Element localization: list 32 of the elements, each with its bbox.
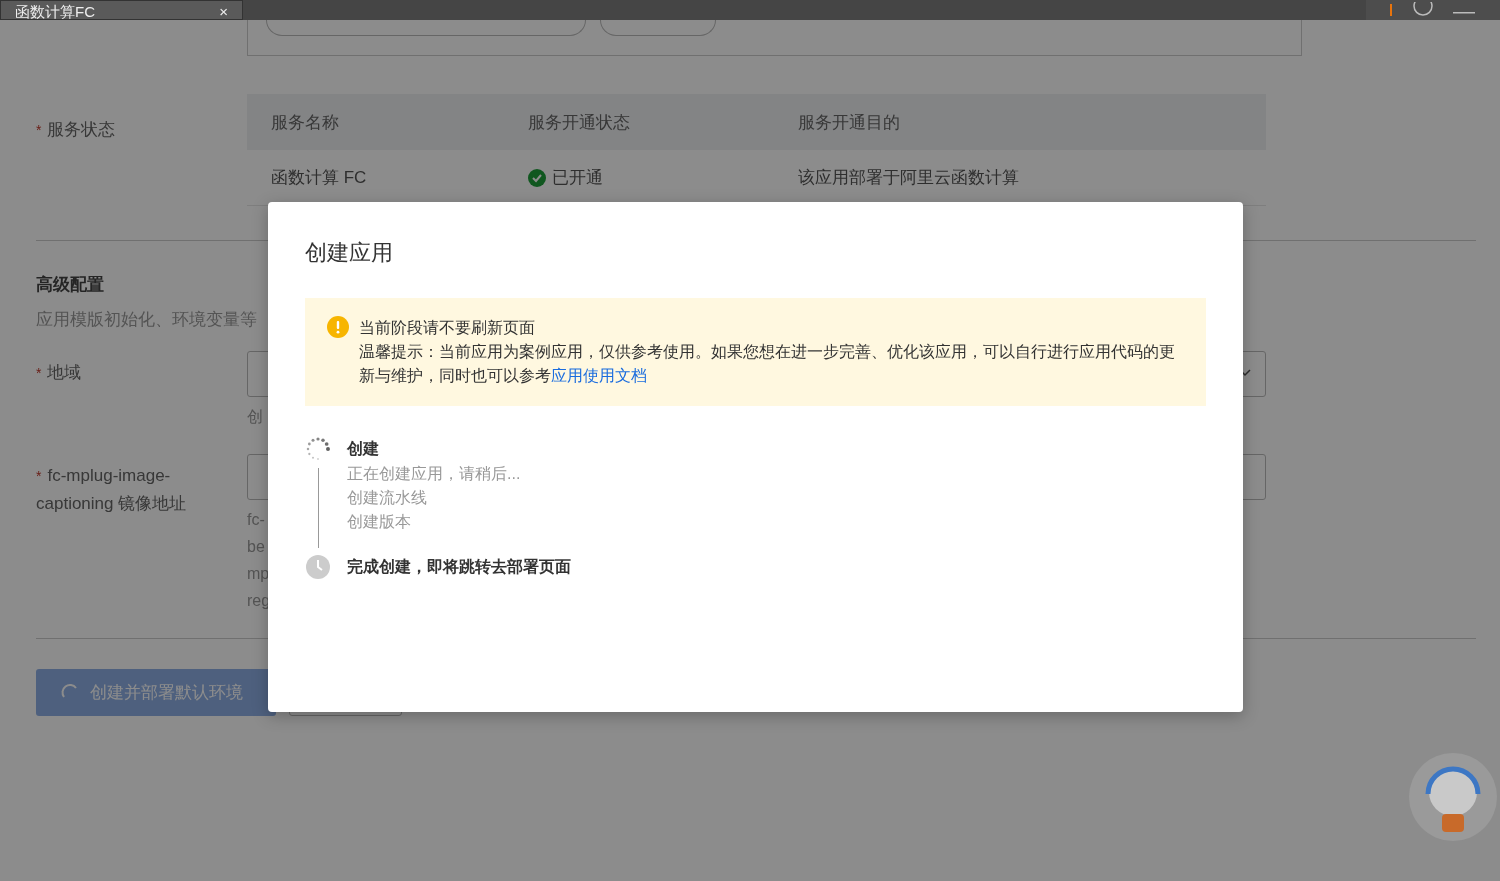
step-title: 创建 [347, 439, 380, 459]
section-title: 高级配置 [36, 274, 105, 296]
browser-tab[interactable]: 函数计算FC × [0, 0, 243, 20]
help-text: fc- [247, 511, 265, 528]
section-description: 应用模版初始化、环境变量等 [36, 309, 257, 331]
spinner-icon [305, 436, 331, 462]
alert-text: 温馨提示：当前应用为案例应用，仅供参考使用。如果您想在进一步完善、优化该应用，可以自行进行应用代码的更新与维护，同时也可以参考应用使用文档 [359, 342, 1176, 386]
table-cell-text: 该应用部署于阿里云函数计算 [798, 167, 1020, 189]
step-title: 完成创建，即将跳转去部署页面 [347, 557, 572, 577]
warning-icon [327, 316, 349, 338]
field-label: * fc-mplug-image-captioning 镜像地址 [36, 465, 188, 515]
step-text: 正在创建应用，请稍后... [347, 464, 522, 484]
clock-icon [305, 554, 331, 580]
close-tab[interactable]: × [219, 4, 228, 19]
dialog-title: 创建应用 [305, 239, 394, 267]
support-avatar[interactable] [1408, 752, 1498, 842]
docs-link[interactable]: 应用使用文档 [551, 367, 647, 384]
column-header: 服务名称 [271, 111, 340, 134]
help-text: be [247, 538, 265, 555]
table-cell-text: 函数计算 FC [271, 167, 368, 189]
check-circle-icon [528, 168, 546, 187]
column-header: 服务开通目的 [798, 111, 901, 134]
field-label: * 地域 [36, 362, 83, 384]
column-header: 服务开通状态 [528, 111, 631, 134]
alert-title: 当前阶段请不要刷新页面 [359, 318, 536, 338]
field-label: * 服务状态 [36, 119, 117, 141]
status-text: 已开通 [552, 167, 603, 189]
step-text: 创建流水线 [347, 488, 428, 508]
help-text: mp [247, 565, 270, 582]
help-text: 创 [247, 408, 263, 425]
bar-icon [1390, 4, 1393, 16]
step-text: 创建版本 [347, 512, 412, 532]
